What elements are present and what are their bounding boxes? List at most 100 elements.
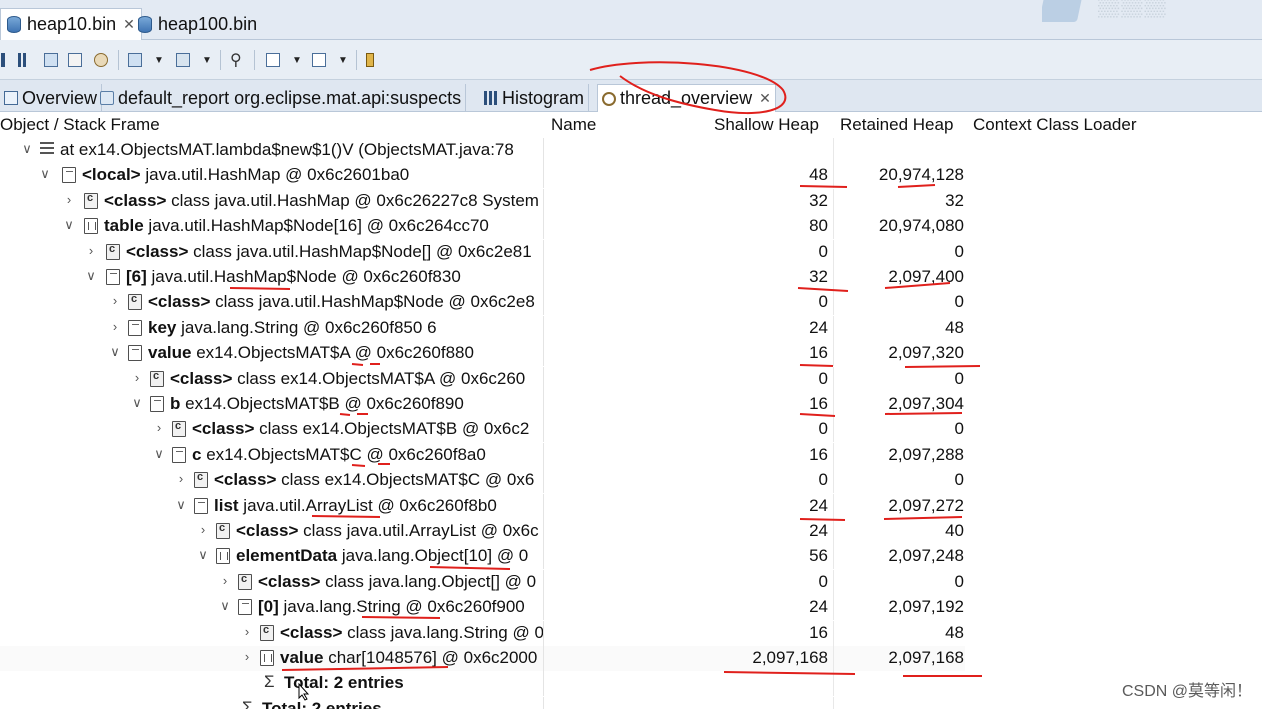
object-icon [172, 446, 186, 463]
column-divider [543, 519, 544, 544]
column-header-shallow-heap[interactable]: Shallow Heap [714, 115, 819, 135]
tree-row[interactable]: ∨ [6] java.util.HashMap$Node @ 0x6c260f83… [0, 265, 965, 290]
export-icon[interactable] [312, 51, 326, 69]
object-cell: › value char[1048576] @ 0x6c2000 [0, 646, 543, 671]
tree-row[interactable]: › <class> class ex14.ObjectsMAT$A @ 0x6c2… [0, 366, 965, 392]
chevron-right-icon[interactable]: › [62, 192, 76, 207]
tree-row[interactable]: › <class> class ex14.ObjectsMAT$B @ 0x6c2… [0, 417, 965, 443]
chevron-down-icon[interactable]: ∨ [218, 598, 232, 614]
tree-row[interactable]: › <class> class java.util.HashMap$Node @ … [0, 290, 965, 316]
chevron-right-icon[interactable]: › [174, 471, 188, 486]
search-icon[interactable]: ⚲ [230, 51, 242, 69]
tree-row[interactable]: ∨ b ex14.ObjectsMAT$B @ 0x6c260f890 16 2,09… [0, 392, 965, 417]
shallow-heap-cell: 0 [818, 419, 828, 439]
field-name: <class> [280, 622, 343, 642]
object-label: <class> class java.util.ArrayList @ 0x6c [236, 521, 539, 541]
tree-row[interactable]: › <class> class java.lang.String @ 0 16 48 [0, 620, 965, 646]
tree-row[interactable]: › <class> class java.util.HashMap @ 0x6c2… [0, 188, 965, 214]
query-browser-icon[interactable] [176, 51, 190, 69]
chevron-right-icon[interactable]: › [218, 573, 232, 588]
column-header-context-class-loader[interactable]: Context Class Loader [973, 115, 1136, 135]
layout-icon[interactable] [266, 51, 280, 69]
chevron-right-icon[interactable]: › [130, 370, 144, 385]
tab-default-report[interactable]: default_report org.eclipse.mat.api:suspe… [96, 84, 467, 112]
chevron-right-icon[interactable]: › [240, 624, 254, 639]
editor-tab-heap100[interactable]: heap100.bin [132, 8, 263, 40]
chevron-right-icon[interactable]: › [152, 420, 166, 435]
chevron-down-icon[interactable]: ∨ [130, 395, 144, 411]
chevron-right-icon[interactable]: › [240, 649, 254, 664]
object-description: java.lang.String @ 0x6c260f850 6 [176, 317, 437, 337]
tree-row[interactable]: ∨ table java.util.HashMap$Node[16] @ 0x6c… [0, 214, 965, 240]
oql-icon[interactable] [68, 51, 82, 69]
tree-row[interactable]: › <class> class ex14.ObjectsMAT$C @ 0x6 0 0 [0, 468, 965, 494]
tree-row[interactable]: Σ Total: 2 entries [0, 671, 965, 697]
chevron-down-icon[interactable]: ∨ [108, 344, 122, 360]
tab-histogram[interactable]: Histogram [480, 84, 590, 112]
histogram-icon[interactable] [18, 51, 32, 69]
tree-row[interactable]: › <class> class java.lang.Object[] @ 0 0 0 [0, 569, 965, 595]
editor-tab-label: heap10.bin [27, 14, 117, 34]
chevron-down-icon[interactable]: ∨ [62, 217, 76, 233]
chevron-down-icon[interactable]: ∨ [196, 547, 210, 563]
chevron-down-icon[interactable]: ∨ [152, 446, 166, 462]
shallow-heap-cell: 24 [809, 521, 828, 540]
retained-heap-cell: 48 [945, 317, 964, 337]
tab-overview[interactable]: Overview [0, 84, 103, 112]
retained-heap-cell: 40 [945, 521, 964, 540]
tree-row[interactable]: ∨ c ex14.ObjectsMAT$C @ 0x6c260f8a0 16 2,09… [0, 442, 965, 468]
object-description: class ex14.ObjectsMAT$C @ 0x6 [276, 470, 535, 490]
tree-row[interactable]: › key java.lang.String @ 0x6c260f850 6 24 4… [0, 315, 965, 341]
shallow-heap-cell: 2,097,168 [752, 648, 828, 667]
pin-icon[interactable] [366, 51, 374, 69]
column-divider [543, 392, 544, 417]
array-object-icon [84, 218, 98, 235]
chevron-down-icon[interactable]: ∨ [20, 141, 34, 157]
chevron-down-icon[interactable]: ▼ [338, 51, 348, 69]
chevron-down-icon[interactable]: ▼ [202, 51, 212, 69]
object-cell: ∨ b ex14.ObjectsMAT$B @ 0x6c260f890 [0, 392, 543, 417]
chevron-down-icon[interactable]: ∨ [84, 268, 98, 284]
shallow-heap-cell: 0 [818, 368, 828, 388]
chevron-right-icon[interactable]: › [84, 243, 98, 258]
chevron-right-icon[interactable]: › [108, 293, 122, 308]
tree-row[interactable]: ∨ [0] java.lang.String @ 0x6c260f900 24 2,0… [0, 595, 965, 621]
chevron-down-icon[interactable]: ▼ [154, 51, 164, 69]
tree-row[interactable]: ∨ value ex14.ObjectsMAT$A @ 0x6c260f880 16… [0, 341, 965, 367]
toolbar-icon[interactable] [0, 51, 6, 69]
heap-dump-icon [7, 16, 21, 33]
chevron-right-icon[interactable]: › [108, 319, 122, 334]
tab-thread-overview[interactable]: thread_overview ✕ [597, 84, 776, 112]
column-divider [543, 595, 544, 621]
tree-row[interactable]: ∨ <local> java.util.HashMap @ 0x6c2601ba0… [0, 163, 965, 189]
object-label: value char[1048576] @ 0x6c2000 [280, 648, 537, 668]
column-header-name[interactable]: Name [551, 115, 596, 135]
array-object-icon [216, 548, 230, 565]
tree-row[interactable]: Σ Total: 2 entries [0, 696, 965, 709]
gear-icon[interactable] [94, 51, 108, 69]
object-label: <class> class java.lang.Object[] @ 0 [258, 572, 536, 592]
chevron-right-icon[interactable]: › [196, 522, 210, 537]
chevron-down-icon[interactable]: ∨ [38, 166, 52, 182]
object-description: ex14.ObjectsMAT$C @ 0x6c260f8a0 [201, 444, 486, 464]
object-label: value ex14.ObjectsMAT$A @ 0x6c260f880 [148, 343, 474, 363]
object-icon [106, 269, 120, 285]
object-description: at ex14.ObjectsMAT.lambda$new$1()V (Obje… [60, 140, 514, 159]
field-name: table [104, 216, 144, 236]
close-icon[interactable]: ✕ [759, 90, 771, 107]
tree-row[interactable]: ∨ list java.util.ArrayList @ 0x6c260f8b0 2… [0, 493, 965, 519]
editor-tab-heap10[interactable]: heap10.bin ✕ [0, 8, 142, 40]
object-description: java.util.ArrayList @ 0x6c260f8b0 [238, 495, 497, 515]
tree-row[interactable]: ∨ at ex14.ObjectsMAT.lambda$new$1()V (Obj… [0, 138, 965, 163]
chevron-down-icon[interactable]: ▼ [292, 51, 302, 69]
field-name: Total: 2 entries [262, 698, 382, 709]
dominator-tree-icon[interactable] [44, 51, 58, 69]
tree-row[interactable]: ∨ elementData java.lang.Object[10] @ 0 56 2… [0, 544, 965, 570]
tree-row[interactable]: › value char[1048576] @ 0x6c2000 2,097,168… [0, 646, 965, 671]
column-header-retained-heap[interactable]: Retained Heap [840, 115, 953, 135]
chevron-down-icon[interactable]: ∨ [174, 497, 188, 513]
run-report-icon[interactable] [128, 51, 142, 69]
tree-row[interactable]: › <class> class java.util.ArrayList @ 0x6… [0, 519, 965, 544]
tree-row[interactable]: › <class> class java.util.HashMap$Node[] … [0, 239, 965, 265]
column-header-object[interactable]: Object / Stack Frame [0, 115, 160, 135]
